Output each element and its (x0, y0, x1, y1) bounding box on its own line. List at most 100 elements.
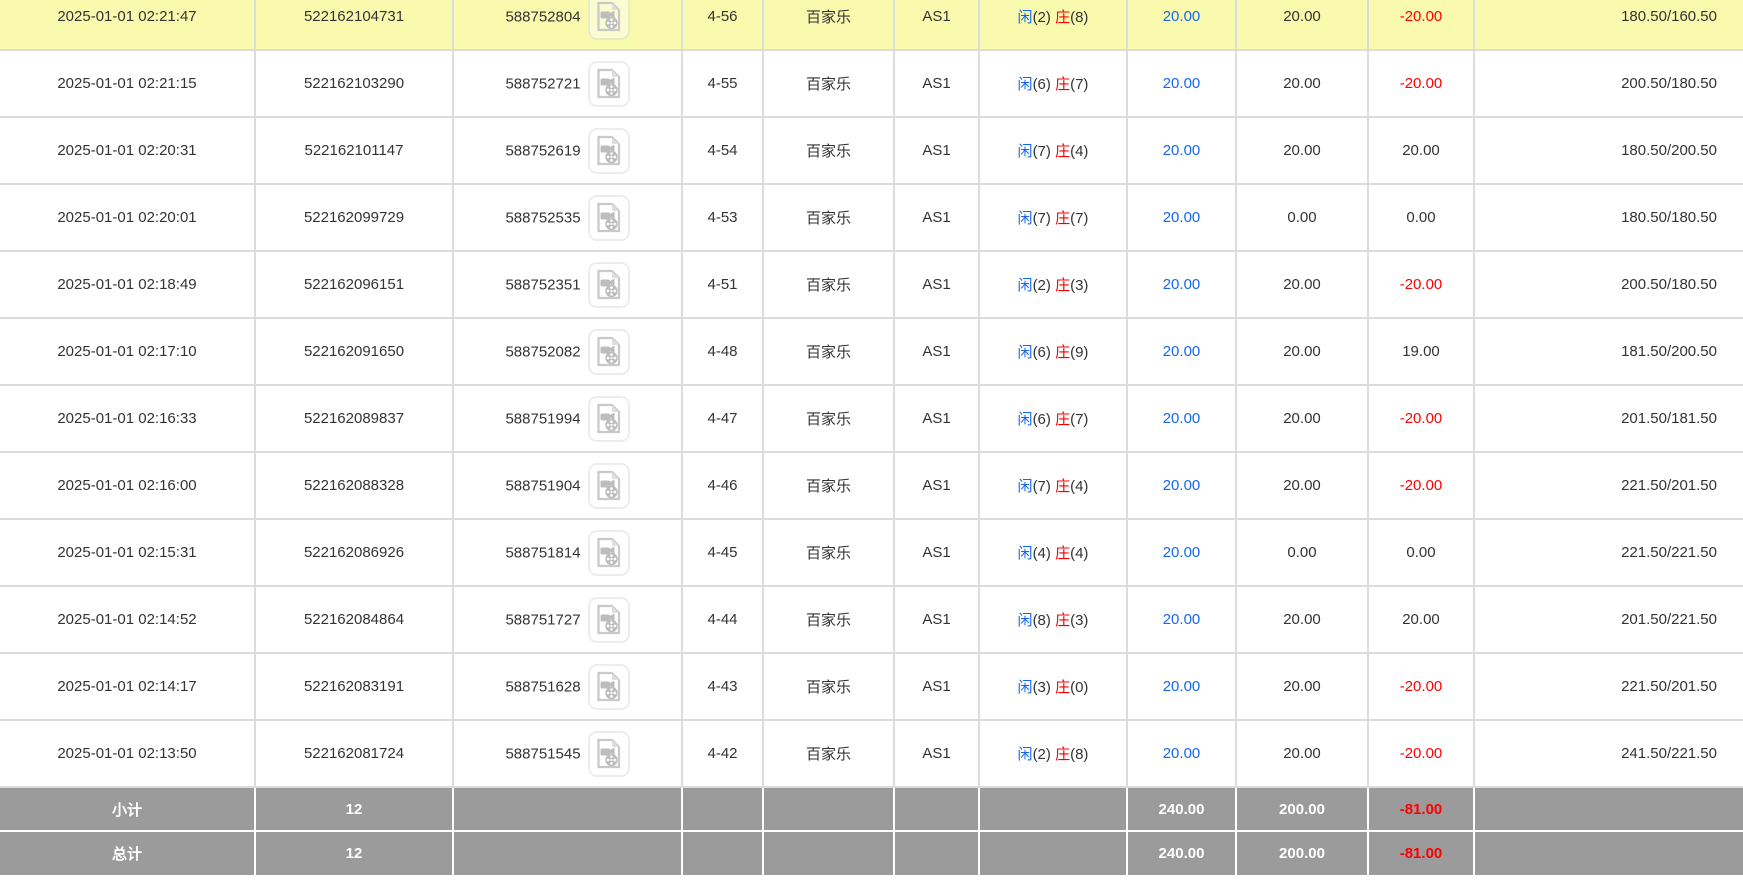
video-replay-button[interactable] (588, 530, 630, 576)
table-row[interactable]: 2025-01-01 02:15:31 522162086926 5887518… (0, 519, 1743, 586)
bet-time: 2025-01-01 02:20:01 (0, 184, 255, 251)
video-replay-button[interactable] (588, 597, 630, 643)
table-row[interactable]: 2025-01-01 02:14:52 522162084864 5887517… (0, 586, 1743, 653)
table-row[interactable]: 2025-01-01 02:16:00 522162088328 5887519… (0, 452, 1743, 519)
video-replay-button[interactable] (588, 128, 630, 174)
game-type: 百家乐 (763, 0, 894, 50)
player-result-label: 闲 (1018, 277, 1033, 294)
game-number: 588752619 (505, 142, 580, 159)
game-result: 闲(7) 庄(4) (979, 117, 1127, 184)
game-number-cell: 588752721 (453, 50, 682, 117)
subtotal-label: 小计 (0, 787, 255, 831)
balance-before-after: 180.50/180.50 (1474, 184, 1743, 251)
game-number-cell: 588752535 (453, 184, 682, 251)
video-replay-button[interactable] (588, 262, 630, 308)
bet-time: 2025-01-01 02:21:47 (0, 0, 255, 50)
game-number-cell: 588752351 (453, 251, 682, 318)
subtotal-valid-amount: 200.00 (1236, 787, 1368, 831)
subtotal-bet-amount: 240.00 (1127, 787, 1236, 831)
balance-before-after: 180.50/200.50 (1474, 117, 1743, 184)
valid-bet-amount: 20.00 (1236, 653, 1368, 720)
valid-bet-amount: 20.00 (1236, 0, 1368, 50)
bet-amount: 20.00 (1127, 385, 1236, 452)
empty-cell (979, 787, 1127, 831)
table-row[interactable]: 2025-01-01 02:16:33 522162089837 5887519… (0, 385, 1743, 452)
table-row[interactable]: 2025-01-01 02:20:01 522162099729 5887525… (0, 184, 1743, 251)
banker-result-label: 庄 (1055, 612, 1070, 629)
video-replay-button[interactable] (588, 463, 630, 509)
round-number: 4-46 (682, 452, 763, 519)
banker-result-count: (8) (1070, 746, 1088, 763)
banker-result-label: 庄 (1055, 746, 1070, 763)
game-number: 588751727 (505, 611, 580, 628)
balance-before-after: 221.50/221.50 (1474, 519, 1743, 586)
bet-amount: 20.00 (1127, 653, 1236, 720)
valid-bet-amount: 0.00 (1236, 519, 1368, 586)
table-row[interactable]: 2025-01-01 02:20:31 522162101147 5887526… (0, 117, 1743, 184)
empty-cell (1474, 787, 1743, 831)
empty-cell (1474, 831, 1743, 876)
banker-result-label: 庄 (1055, 478, 1070, 495)
valid-bet-amount: 20.00 (1236, 251, 1368, 318)
round-number: 4-42 (682, 720, 763, 787)
table-row[interactable]: 2025-01-01 02:21:47 522162104731 5887528… (0, 0, 1743, 50)
bet-time: 2025-01-01 02:21:15 (0, 50, 255, 117)
bet-number: 522162083191 (255, 653, 453, 720)
game-number: 588752804 (505, 8, 580, 25)
video-replay-button[interactable] (588, 731, 630, 777)
valid-bet-amount: 20.00 (1236, 586, 1368, 653)
total-row: 总计 12 240.00 200.00 -81.00 (0, 831, 1743, 876)
bet-number: 522162088328 (255, 452, 453, 519)
table-name: AS1 (894, 50, 979, 117)
game-number: 588751904 (505, 477, 580, 494)
video-replay-button[interactable] (588, 396, 630, 442)
player-result-label: 闲 (1018, 76, 1033, 93)
valid-bet-amount: 20.00 (1236, 385, 1368, 452)
win-loss-amount: -20.00 (1368, 0, 1474, 50)
game-result: 闲(8) 庄(3) (979, 586, 1127, 653)
video-replay-button[interactable] (588, 0, 630, 40)
bet-amount: 20.00 (1127, 586, 1236, 653)
table-row[interactable]: 2025-01-01 02:18:49 522162096151 5887523… (0, 251, 1743, 318)
player-result-label: 闲 (1018, 9, 1033, 26)
video-replay-button[interactable] (588, 664, 630, 710)
game-number: 588751814 (505, 544, 580, 561)
bet-amount: 20.00 (1127, 0, 1236, 50)
table-name: AS1 (894, 318, 979, 385)
table-name: AS1 (894, 0, 979, 50)
game-result: 闲(4) 庄(4) (979, 519, 1127, 586)
banker-result-count: (7) (1070, 76, 1088, 93)
bet-time: 2025-01-01 02:15:31 (0, 519, 255, 586)
table-row[interactable]: 2025-01-01 02:13:50 522162081724 5887515… (0, 720, 1743, 787)
player-result-count: (7) (1033, 478, 1051, 495)
video-replay-button[interactable] (588, 195, 630, 241)
round-number: 4-56 (682, 0, 763, 50)
bet-number: 522162081724 (255, 720, 453, 787)
banker-result-count: (4) (1070, 478, 1088, 495)
table-row[interactable]: 2025-01-01 02:17:10 522162091650 5887520… (0, 318, 1743, 385)
player-result-label: 闲 (1018, 545, 1033, 562)
table-row[interactable]: 2025-01-01 02:21:15 522162103290 5887527… (0, 50, 1743, 117)
game-type: 百家乐 (763, 117, 894, 184)
video-replay-button[interactable] (588, 329, 630, 375)
table-name: AS1 (894, 385, 979, 452)
banker-result-label: 庄 (1055, 9, 1070, 26)
bet-time: 2025-01-01 02:16:33 (0, 385, 255, 452)
win-loss-amount: -20.00 (1368, 720, 1474, 787)
round-number: 4-43 (682, 653, 763, 720)
bet-time: 2025-01-01 02:13:50 (0, 720, 255, 787)
video-replay-icon (595, 403, 622, 434)
bet-amount: 20.00 (1127, 452, 1236, 519)
game-type: 百家乐 (763, 251, 894, 318)
balance-before-after: 221.50/201.50 (1474, 452, 1743, 519)
game-type: 百家乐 (763, 519, 894, 586)
banker-result-count: (7) (1070, 210, 1088, 227)
round-number: 4-54 (682, 117, 763, 184)
empty-cell (894, 787, 979, 831)
subtotal-count: 12 (255, 787, 453, 831)
bet-amount: 20.00 (1127, 519, 1236, 586)
table-name: AS1 (894, 117, 979, 184)
table-row[interactable]: 2025-01-01 02:14:17 522162083191 5887516… (0, 653, 1743, 720)
round-number: 4-48 (682, 318, 763, 385)
video-replay-button[interactable] (588, 61, 630, 107)
